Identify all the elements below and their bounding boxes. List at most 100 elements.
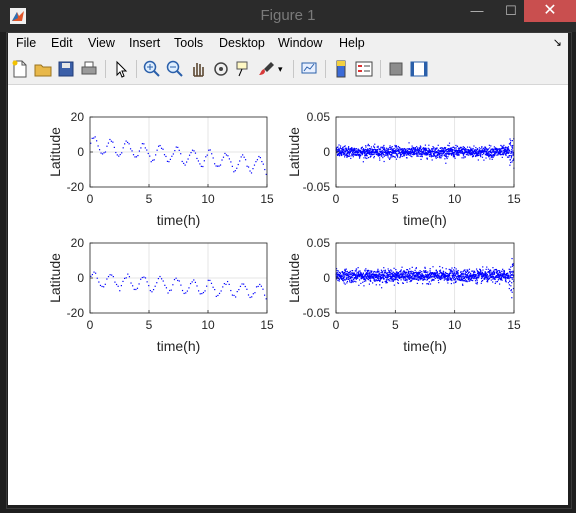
y-tick-label: 0 <box>77 145 84 159</box>
data-point <box>492 156 494 159</box>
menu-window[interactable]: Window <box>278 36 322 50</box>
data-point <box>141 276 143 279</box>
data-point <box>390 148 392 150</box>
brush-dropdown-icon[interactable]: ▾ <box>278 64 288 84</box>
data-point <box>507 282 510 284</box>
print-icon[interactable] <box>79 59 99 79</box>
title-bar[interactable]: Figure 1 — ☐ ✕ <box>0 0 576 32</box>
y-tick-label: 20 <box>71 110 85 124</box>
data-point <box>511 297 513 299</box>
hide-plot-tools-icon[interactable] <box>386 59 406 79</box>
data-point <box>400 271 402 273</box>
data-point <box>193 279 195 281</box>
data-point <box>357 277 359 279</box>
data-point <box>450 272 452 274</box>
data-point <box>382 271 384 273</box>
new-figure-icon[interactable] <box>10 59 30 79</box>
data-point <box>343 279 345 281</box>
y-axis-label: Latitude <box>47 253 63 303</box>
plot-area[interactable]: 0 5 10 15200-20time(h)Latitude0 5 10 150.050-0… <box>8 85 568 505</box>
data-point <box>439 269 442 271</box>
data-point <box>118 155 120 157</box>
colorbar-icon[interactable] <box>331 59 351 79</box>
dock-figure-icon[interactable]: ↘ <box>553 36 562 49</box>
zoom-out-icon[interactable] <box>165 59 185 79</box>
data-point <box>416 278 418 280</box>
menu-file[interactable]: File <box>16 36 36 50</box>
data-point <box>355 148 358 150</box>
data-point <box>492 272 495 274</box>
data-point <box>451 147 453 149</box>
data-point <box>482 266 484 268</box>
pointer-icon[interactable] <box>111 59 131 79</box>
show-plot-tools-icon[interactable] <box>409 59 429 79</box>
data-point <box>367 156 370 159</box>
data-point <box>499 272 501 274</box>
data-point <box>123 277 126 280</box>
data-point <box>230 161 232 163</box>
data-point <box>435 270 438 272</box>
data-point <box>209 149 211 151</box>
menu-tools[interactable]: Tools <box>174 36 203 50</box>
data-point <box>419 155 421 157</box>
axes-1: 0 5 10 15200-20time(h)Latitude <box>47 110 274 228</box>
data-point <box>128 143 130 145</box>
data-point <box>243 156 245 158</box>
data-point <box>153 159 155 161</box>
close-button[interactable]: ✕ <box>524 0 576 22</box>
data-point <box>451 279 453 282</box>
data-cursor-icon[interactable] <box>234 59 254 79</box>
rotate-3d-icon[interactable] <box>211 59 231 79</box>
menu-view[interactable]: View <box>88 36 115 50</box>
data-point <box>441 155 443 157</box>
data-point <box>205 156 207 158</box>
data-point <box>345 151 347 153</box>
figure-canvas[interactable]: 0 5 10 15 20 0 -20 time(h) Latitude 0 5 10 15 0.05 0 -0… <box>8 85 568 505</box>
zoom-in-icon[interactable] <box>142 59 162 79</box>
brush-icon[interactable] <box>257 59 277 79</box>
data-point <box>346 282 348 284</box>
menu-desktop[interactable]: Desktop <box>219 36 265 50</box>
data-point <box>214 288 216 291</box>
data-point <box>351 276 353 279</box>
data-point <box>348 278 350 280</box>
data-point <box>440 277 442 279</box>
data-point <box>447 149 450 151</box>
data-point <box>341 278 343 280</box>
x-axis-label: time(h) <box>157 212 201 228</box>
data-point <box>505 154 507 157</box>
data-point <box>138 283 140 285</box>
data-point <box>501 270 503 272</box>
pan-hand-icon[interactable] <box>188 59 208 79</box>
data-point <box>373 280 376 282</box>
data-point <box>463 157 465 159</box>
data-point <box>483 159 485 161</box>
maximize-button[interactable]: ☐ <box>496 0 526 22</box>
data-point <box>420 158 422 161</box>
x-tick-label: 15 <box>260 192 274 206</box>
data-point <box>350 272 352 274</box>
data-point <box>342 274 344 276</box>
menu-insert[interactable]: Insert <box>129 36 160 50</box>
x-tick-label: 10 <box>201 192 215 206</box>
data-point <box>169 289 171 292</box>
data-point <box>390 147 393 149</box>
data-point <box>113 146 115 149</box>
data-point <box>210 282 213 284</box>
menu-edit[interactable]: Edit <box>51 36 73 50</box>
data-point <box>494 282 496 285</box>
open-file-icon[interactable] <box>33 59 53 79</box>
save-icon[interactable] <box>56 59 76 79</box>
data-point <box>418 273 420 275</box>
menu-help[interactable]: Help <box>339 36 365 50</box>
data-point <box>487 148 490 150</box>
data-point <box>389 270 391 272</box>
link-plot-icon[interactable] <box>299 59 319 79</box>
legend-icon[interactable] <box>354 59 374 79</box>
data-point <box>406 279 408 281</box>
data-point <box>209 279 211 282</box>
minimize-button[interactable]: — <box>462 0 492 22</box>
data-point <box>481 146 483 148</box>
data-point <box>385 271 387 273</box>
data-point <box>351 281 353 283</box>
